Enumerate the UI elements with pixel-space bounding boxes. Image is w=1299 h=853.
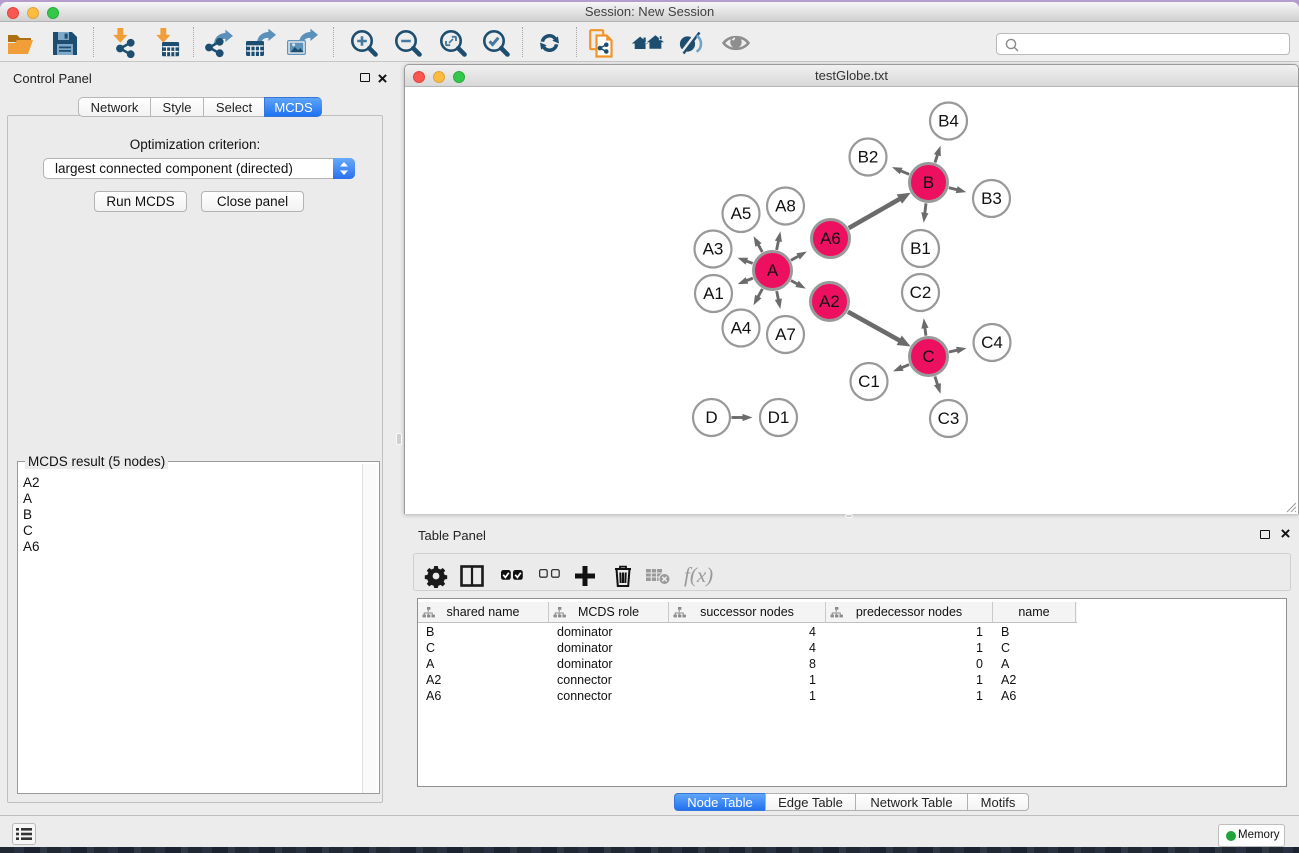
svg-text:D: D [705, 408, 717, 427]
svg-text:A8: A8 [775, 197, 796, 216]
svg-text:B: B [923, 173, 934, 192]
svg-text:A7: A7 [775, 325, 796, 344]
svg-text:B2: B2 [858, 148, 879, 167]
svg-text:A5: A5 [731, 204, 752, 223]
svg-text:A2: A2 [819, 292, 840, 311]
svg-text:A4: A4 [731, 319, 752, 338]
svg-text:C1: C1 [858, 372, 880, 391]
svg-text:C4: C4 [981, 333, 1003, 352]
svg-text:B1: B1 [910, 239, 931, 258]
svg-text:A: A [767, 261, 779, 280]
svg-text:A1: A1 [703, 284, 724, 303]
svg-text:C: C [922, 347, 934, 366]
svg-text:D1: D1 [768, 408, 790, 427]
svg-text:C2: C2 [910, 283, 932, 302]
svg-text:B4: B4 [938, 112, 959, 131]
svg-text:B3: B3 [981, 189, 1002, 208]
svg-text:A3: A3 [703, 240, 724, 259]
svg-text:A6: A6 [820, 229, 841, 248]
svg-text:C3: C3 [938, 409, 960, 428]
